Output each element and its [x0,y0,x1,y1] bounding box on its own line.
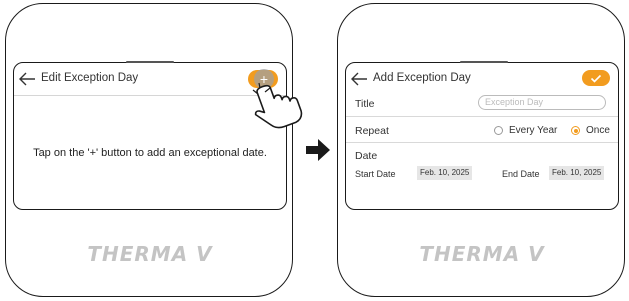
panel-header: Edit Exception Day + [14,63,286,96]
left-phone-frame: Edit Exception Day + Tap on the '+' butt… [5,3,293,297]
title-input[interactable]: Exception Day [478,95,606,110]
brand-logo: THERMA V [87,242,213,266]
divider [346,116,618,117]
add-exception-panel: Add Exception Day Title Exception Day Re… [345,61,619,210]
repeat-option-once[interactable]: Once [571,125,610,136]
date-label: Date [355,150,378,162]
panel-title: Add Exception Day [373,72,471,84]
option-label: Once [586,125,610,136]
start-date-picker[interactable]: Feb. 10, 2025 [417,166,473,180]
back-arrow-icon[interactable] [350,71,368,87]
right-arrow-icon [306,139,330,161]
empty-state-hint: Tap on the '+' button to add an exceptio… [33,147,267,159]
brand-logo: THERMA V [419,242,545,266]
start-date-label: Start Date [355,169,396,179]
radio-every-year[interactable] [494,126,503,135]
right-phone-frame: Add Exception Day Title Exception Day Re… [337,3,625,297]
edit-exception-panel: Edit Exception Day + Tap on the '+' butt… [13,61,287,210]
end-date-picker[interactable]: Feb. 10, 2025 [549,166,605,180]
divider [346,142,618,143]
radio-once[interactable] [571,126,580,135]
panel-title: Edit Exception Day [41,72,139,84]
back-arrow-icon[interactable] [18,71,36,87]
repeat-label: Repeat [355,125,389,137]
panel-header: Add Exception Day [346,63,618,95]
repeat-option-every-year[interactable]: Every Year [494,125,557,136]
confirm-button[interactable] [582,70,610,86]
title-label: Title [355,98,375,110]
check-icon [590,74,602,83]
hand-pointer-icon [252,82,303,129]
end-date-label: End Date [502,169,540,179]
option-label: Every Year [509,125,558,136]
